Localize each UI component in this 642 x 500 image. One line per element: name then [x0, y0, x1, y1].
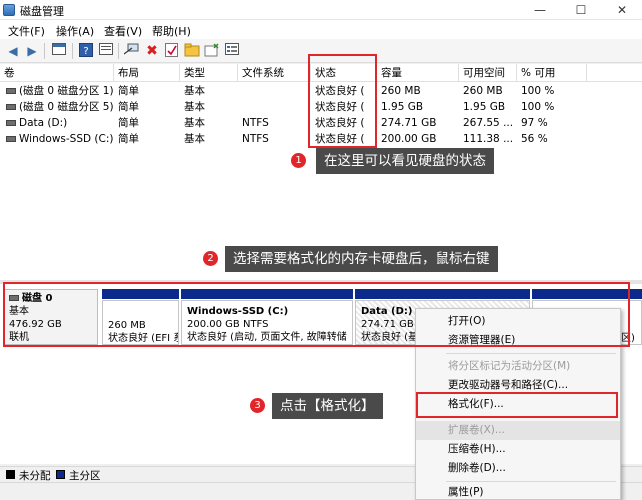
menu-file[interactable]: 文件(F): [8, 23, 45, 39]
maximize-button[interactable]: ☐: [561, 0, 601, 20]
annotation-status-highlight: [308, 54, 377, 148]
volume-layout: 简单: [118, 85, 139, 97]
volume-name: Windows-SSD (C:): [19, 133, 114, 145]
callout-step-2: 选择需要格式化的内存卡硬盘后，鼠标右键: [225, 246, 498, 272]
menu-item-mark-active: 将分区标记为活动分区(M): [448, 360, 571, 372]
menu-item-properties[interactable]: 属性(P): [416, 483, 620, 500]
volume-percent: 97 %: [521, 117, 548, 129]
volume-free: 267.55 ...: [463, 117, 514, 129]
column-header-filesystem[interactable]: 文件系统: [238, 64, 311, 82]
menu-item-shrink-volume[interactable]: 压缩卷(H)...: [416, 440, 620, 459]
volume-icon: [6, 136, 16, 142]
volume-percent: 100 %: [521, 101, 555, 113]
menu-bar: 文件(F) 操作(A) 查看(V) 帮助(H): [0, 20, 642, 39]
disk-management-icon: [3, 4, 15, 16]
volume-free: 111.38 ...: [463, 133, 514, 145]
menu-action[interactable]: 操作(A): [56, 23, 94, 39]
connect-icon[interactable]: [123, 43, 140, 59]
add-folder-icon[interactable]: [204, 43, 220, 59]
annotation-disk-highlight: [3, 282, 630, 347]
column-header-layout[interactable]: 布局: [114, 64, 180, 82]
console-icon[interactable]: [51, 43, 67, 59]
volume-layout: 简单: [118, 117, 139, 129]
svg-text:?: ?: [83, 46, 88, 57]
folder-icon[interactable]: [184, 43, 200, 59]
step-badge-2: 2: [203, 251, 218, 266]
menu-separator: [446, 353, 616, 354]
volume-percent: 56 %: [521, 133, 548, 145]
volume-layout: 简单: [118, 133, 139, 145]
volume-type: 基本: [184, 133, 205, 145]
help-icon[interactable]: ?: [78, 43, 94, 59]
forward-arrow-icon[interactable]: ▶: [24, 43, 40, 59]
volume-icon: [6, 120, 16, 126]
volume-layout: 简单: [118, 101, 139, 113]
menu-view[interactable]: 查看(V): [104, 23, 142, 39]
volume-percent: 100 %: [521, 85, 555, 97]
minimize-button[interactable]: —: [520, 0, 560, 20]
volume-icon: [6, 104, 16, 110]
column-header-percent-free[interactable]: % 可用: [517, 64, 587, 82]
list-icon[interactable]: [224, 43, 240, 59]
volume-capacity: 274.71 GB: [381, 117, 437, 129]
volume-type: 基本: [184, 85, 205, 97]
column-header-free-space[interactable]: 可用空间: [459, 64, 517, 82]
volume-name: (磁盘 0 磁盘分区 5): [19, 101, 114, 113]
volume-filesystem: NTFS: [242, 117, 269, 129]
volume-free: 260 MB: [463, 85, 503, 97]
volume-capacity: 260 MB: [381, 85, 421, 97]
volume-capacity: 200.00 GB: [381, 133, 437, 145]
column-header-capacity[interactable]: 容量: [377, 64, 459, 82]
close-button[interactable]: ✕: [602, 0, 642, 20]
volume-name: Data (D:): [19, 117, 68, 129]
menu-help[interactable]: 帮助(H): [152, 23, 191, 39]
menu-item-delete-volume[interactable]: 删除卷(D)...: [416, 459, 620, 478]
callout-step-1: 在这里可以看见硬盘的状态: [316, 148, 494, 174]
delete-icon[interactable]: ✖: [144, 43, 160, 59]
menu-item-extend-volume: 扩展卷(X)...: [416, 421, 620, 440]
column-header-volume[interactable]: 卷: [0, 64, 114, 82]
callout-step-3: 点击【格式化】: [272, 393, 383, 419]
volume-type: 基本: [184, 117, 205, 129]
legend-swatch-unallocated: [6, 470, 15, 479]
volume-filesystem: NTFS: [242, 133, 269, 145]
volume-icon: [6, 88, 16, 94]
legend-primary: 主分区: [69, 470, 101, 482]
volume-free: 1.95 GB: [463, 101, 506, 113]
window-title: 磁盘管理: [20, 5, 64, 18]
column-header-type[interactable]: 类型: [180, 64, 238, 82]
menu-separator: [446, 481, 616, 482]
check-icon[interactable]: [164, 43, 180, 59]
legend-swatch-primary: [56, 470, 65, 479]
volume-capacity: 1.95 GB: [381, 101, 424, 113]
step-badge-1: 1: [291, 153, 306, 168]
annotation-format-highlight: [416, 392, 618, 418]
volume-type: 基本: [184, 101, 205, 113]
step-badge-3: 3: [250, 398, 265, 413]
legend-unallocated: 未分配: [19, 470, 51, 482]
title-bar: 磁盘管理 — ☐ ✕: [0, 0, 642, 20]
back-arrow-icon[interactable]: ◀: [5, 43, 21, 59]
volume-name: (磁盘 0 磁盘分区 1): [19, 85, 114, 97]
properties-icon[interactable]: [98, 43, 114, 59]
